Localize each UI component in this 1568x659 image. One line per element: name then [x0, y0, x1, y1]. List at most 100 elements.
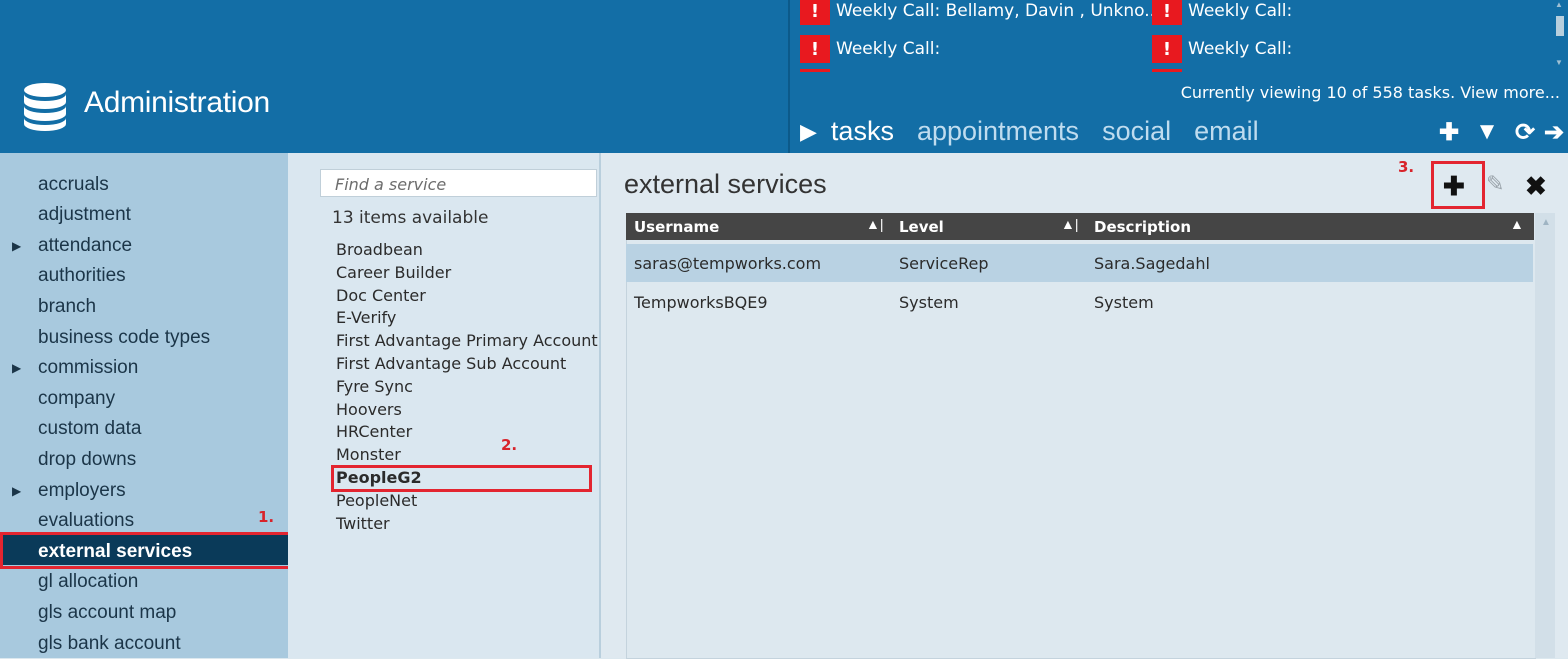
- arrow-right-icon[interactable]: ➔: [1544, 118, 1568, 147]
- expand-caret-icon[interactable]: ▶: [12, 361, 21, 375]
- sidebar-item-label: drop downs: [38, 449, 137, 470]
- table-cell: ServiceRep: [899, 254, 989, 273]
- service-item[interactable]: Career Builder: [336, 263, 451, 282]
- expand-caret-icon[interactable]: ▶: [12, 239, 21, 253]
- sidebar-item-label: attendance: [38, 235, 133, 256]
- page-title: external services: [624, 169, 827, 199]
- sidebar-item-label: external services: [38, 541, 193, 562]
- sidebar-item-label: employers: [38, 480, 126, 501]
- sidebar-item-custom-data[interactable]: custom data: [38, 418, 142, 440]
- refresh-icon[interactable]: ⟳: [1506, 118, 1544, 147]
- annotation-label-3: 3.: [1398, 158, 1415, 176]
- sidebar-item-adjustment[interactable]: adjustment: [38, 204, 131, 226]
- sidebar-item-gls-bank-account[interactable]: gls bank account: [38, 633, 181, 655]
- task-text: Weekly Call: Bellamy, Davin , Unkno...: [836, 1, 1161, 21]
- sidebar-item-gls-account-map[interactable]: gls account map: [38, 602, 176, 624]
- sidebar-item-commission[interactable]: ▶ commission: [12, 357, 139, 379]
- column-header-description[interactable]: Description: [1094, 218, 1191, 236]
- sidebar-item-label: accruals: [38, 174, 109, 195]
- service-item[interactable]: Fyre Sync: [336, 377, 413, 396]
- service-item[interactable]: First Advantage Primary Account: [336, 331, 598, 350]
- sidebar-item-authorities[interactable]: authorities: [38, 265, 126, 287]
- sort-up-icon[interactable]: ▲: [1510, 216, 1524, 232]
- tasks-status-link[interactable]: Currently viewing 10 of 558 tasks. View …: [1181, 83, 1560, 102]
- column-header-level[interactable]: Level: [899, 218, 944, 236]
- expand-caret-icon[interactable]: ▶: [12, 484, 21, 498]
- table-row[interactable]: TempworksBQE9 System System: [626, 283, 1533, 321]
- annotation-box-2: [331, 465, 592, 492]
- service-item[interactable]: PeopleNet: [336, 491, 417, 510]
- table-cell: TempworksBQE9: [634, 293, 768, 312]
- task-alert[interactable]: ! Weekly Call:: [1152, 35, 1293, 72]
- service-item[interactable]: Broadbean: [336, 240, 423, 259]
- sidebar-item-company[interactable]: company: [38, 388, 115, 410]
- sidebar-item-label: gl allocation: [38, 571, 139, 592]
- sidebar-item-label: branch: [38, 296, 97, 317]
- items-count: 13 items available: [332, 208, 489, 228]
- sidebar-item-accruals[interactable]: accruals: [38, 174, 109, 196]
- table-cell: System: [1094, 293, 1154, 312]
- sidebar-item-label: gls bank account: [38, 633, 181, 654]
- sidebar-item-label: authorities: [38, 265, 126, 286]
- service-item[interactable]: Doc Center: [336, 286, 426, 305]
- service-search-input[interactable]: Find a service: [320, 169, 597, 197]
- task-alert[interactable]: ! Weekly Call: Bellamy, Davin , Unkno...: [800, 0, 1160, 25]
- sidebar-item-branch[interactable]: branch: [38, 296, 96, 318]
- close-icon[interactable]: ✖: [1525, 171, 1547, 202]
- tab-tasks[interactable]: tasks: [831, 116, 894, 147]
- sidebar-item-external-services[interactable]: external services: [38, 541, 192, 563]
- sidebar-item-label: company: [38, 388, 116, 409]
- alert-icon: !: [1152, 35, 1182, 72]
- task-alert[interactable]: ! Weekly Call:: [1152, 0, 1292, 25]
- sidebar-item-employers[interactable]: ▶ employers: [12, 480, 126, 502]
- add-icon[interactable]: ✚: [1443, 171, 1465, 202]
- tab-appointments[interactable]: appointments: [917, 116, 1079, 147]
- sidebar-item-business-code-types[interactable]: business code types: [38, 327, 210, 349]
- tasks-scrollbar[interactable]: ▲ ▼: [1552, 0, 1568, 75]
- sidebar-item-label: gls account map: [38, 602, 177, 623]
- app-header: [0, 0, 1568, 153]
- services-column: [288, 153, 600, 658]
- task-text: Weekly Call:: [1188, 39, 1293, 59]
- tab-email[interactable]: email: [1194, 116, 1259, 147]
- database-icon: [24, 83, 66, 131]
- service-item[interactable]: HRCenter: [336, 422, 412, 441]
- sidebar-item-label: adjustment: [38, 204, 131, 225]
- play-icon[interactable]: ▶: [800, 119, 817, 145]
- task-text: Weekly Call:: [836, 39, 941, 59]
- pencil-icon[interactable]: ✎: [1486, 171, 1504, 197]
- service-item[interactable]: Monster: [336, 445, 401, 464]
- sidebar-item-label: evaluations: [38, 510, 135, 531]
- filter-icon[interactable]: ▼: [1468, 118, 1506, 147]
- sort-up-icon[interactable]: ▲|: [866, 216, 884, 232]
- table-cell: Sara.Sagedahl: [1094, 254, 1210, 273]
- task-text: Weekly Call:: [1188, 1, 1293, 21]
- annotation-label-2: 2.: [501, 436, 518, 454]
- grid-header: Username ▲| Level ▲| Description ▲: [626, 213, 1534, 240]
- task-alert[interactable]: ! Weekly Call:: [800, 35, 941, 72]
- sidebar-item-gl-allocation[interactable]: gl allocation: [38, 571, 138, 593]
- sidebar-item-label: commission: [38, 357, 139, 378]
- service-item[interactable]: Hoovers: [336, 400, 402, 419]
- service-item[interactable]: Twitter: [336, 514, 390, 533]
- alert-icon: !: [1152, 0, 1182, 25]
- tab-social[interactable]: social: [1102, 116, 1171, 147]
- annotation-label-1: 1.: [258, 508, 275, 526]
- table-row[interactable]: saras@tempworks.com ServiceRep Sara.Sageda…: [626, 244, 1533, 282]
- alert-icon: !: [800, 35, 830, 72]
- table-cell: saras@tempworks.com: [634, 254, 822, 273]
- sidebar-item-drop-downs[interactable]: drop downs: [38, 449, 136, 471]
- sidebar-item-evaluations[interactable]: evaluations: [38, 510, 134, 532]
- service-item[interactable]: First Advantage Sub Account: [336, 354, 566, 373]
- service-item[interactable]: E-Verify: [336, 308, 396, 327]
- header-tabs: ▶ tasks appointments social email: [800, 116, 1282, 147]
- sidebar-item-label: custom data: [38, 418, 142, 439]
- grid-scrollbar[interactable]: ▲: [1535, 213, 1555, 658]
- sidebar-item-label: business code types: [38, 327, 211, 348]
- header-toolbar: ✚ ▼ ⟳ ➔: [1430, 118, 1568, 147]
- alert-icon: !: [800, 0, 830, 25]
- sidebar-item-attendance[interactable]: ▶ attendance: [12, 235, 133, 257]
- column-header-username[interactable]: Username: [634, 218, 719, 236]
- plus-icon[interactable]: ✚: [1430, 118, 1468, 147]
- sort-up-icon[interactable]: ▲|: [1061, 216, 1079, 232]
